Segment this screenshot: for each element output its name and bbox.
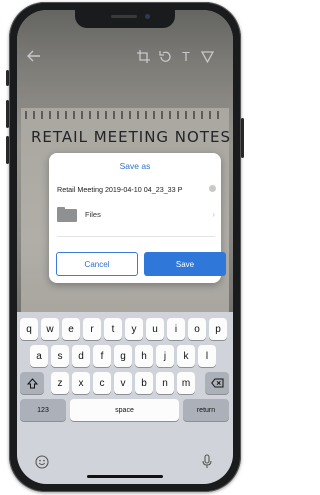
numbers-key[interactable]: 123 <box>20 399 66 421</box>
phone-frame: RETAIL MEETING NOTES T Save as Retail Me… <box>9 2 241 492</box>
key-u[interactable]: u <box>146 318 164 340</box>
key-x[interactable]: x <box>72 372 90 394</box>
key-r[interactable]: r <box>83 318 101 340</box>
key-j[interactable]: j <box>156 345 174 367</box>
emoji-icon[interactable] <box>35 455 49 474</box>
home-indicator <box>87 475 163 478</box>
key-p[interactable]: p <box>209 318 227 340</box>
key-l[interactable]: l <box>198 345 216 367</box>
speaker-grille <box>111 15 137 18</box>
space-key[interactable]: space <box>70 399 179 421</box>
key-d[interactable]: d <box>72 345 90 367</box>
key-s[interactable]: s <box>51 345 69 367</box>
folder-label: Files <box>85 210 101 219</box>
folder-picker[interactable]: Files › <box>57 205 215 225</box>
folder-icon-body <box>57 209 77 222</box>
key-e[interactable]: e <box>62 318 80 340</box>
power-button <box>241 118 244 158</box>
divider <box>57 236 215 237</box>
chevron-right-icon: › <box>212 210 215 219</box>
return-key[interactable]: return <box>183 399 229 421</box>
keyboard: q w e r t y u i o p a s d f g h j k l z … <box>17 312 233 484</box>
save-as-dialog: Save as Retail Meeting 2019-04-10 04_23_… <box>49 153 226 283</box>
notch <box>75 10 175 28</box>
shift-key[interactable] <box>20 372 44 394</box>
key-t[interactable]: t <box>104 318 122 340</box>
dialog-title: Save as <box>119 161 151 171</box>
backspace-icon <box>210 378 223 388</box>
cancel-button[interactable]: Cancel <box>56 252 138 276</box>
microphone-icon[interactable] <box>202 454 212 474</box>
key-a[interactable]: a <box>30 345 48 367</box>
filename-field[interactable]: Retail Meeting 2019-04-10 04_23_33 P <box>57 185 207 194</box>
key-f[interactable]: f <box>93 345 111 367</box>
delete-key[interactable] <box>205 372 229 394</box>
key-c[interactable]: c <box>93 372 111 394</box>
key-g[interactable]: g <box>114 345 132 367</box>
key-h[interactable]: h <box>135 345 153 367</box>
save-button[interactable]: Save <box>144 252 226 276</box>
key-y[interactable]: y <box>125 318 143 340</box>
key-o[interactable]: o <box>188 318 206 340</box>
key-m[interactable]: m <box>177 372 195 394</box>
key-b[interactable]: b <box>135 372 153 394</box>
front-camera <box>145 14 150 19</box>
key-k[interactable]: k <box>177 345 195 367</box>
key-z[interactable]: z <box>51 372 69 394</box>
key-q[interactable]: q <box>20 318 38 340</box>
phone-screen: RETAIL MEETING NOTES T Save as Retail Me… <box>17 10 233 484</box>
key-v[interactable]: v <box>114 372 132 394</box>
key-n[interactable]: n <box>156 372 174 394</box>
key-i[interactable]: i <box>167 318 185 340</box>
key-w[interactable]: w <box>41 318 59 340</box>
clear-icon[interactable] <box>209 185 216 192</box>
shift-icon <box>26 377 38 388</box>
